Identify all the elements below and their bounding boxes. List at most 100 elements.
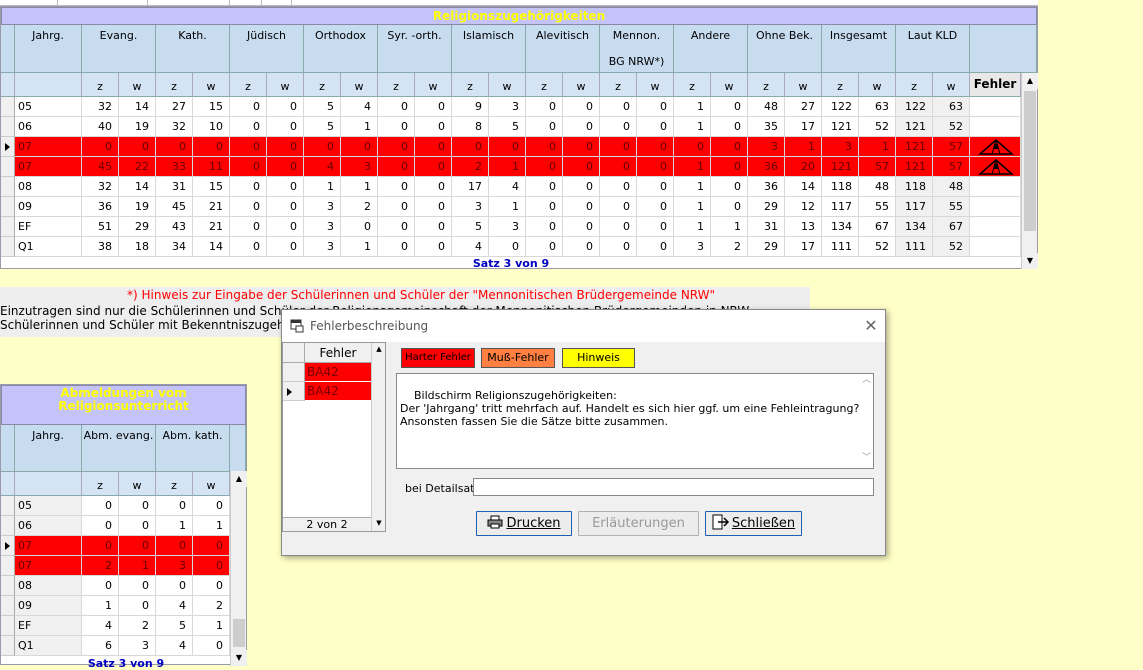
cell-value[interactable]: 4 [304,157,341,177]
cell-fehler[interactable] [970,157,1021,177]
abm-cell-value[interactable]: 1 [156,516,193,536]
cell-value[interactable]: 111 [822,237,859,257]
cell-value[interactable]: 0 [637,237,674,257]
error-list-scroll-down-icon[interactable]: ▼ [372,519,386,527]
cell-fehler[interactable] [970,117,1021,137]
cell-value[interactable]: 63 [933,97,970,117]
cell-value[interactable]: 4 [452,237,489,257]
cell-value[interactable]: 0 [563,117,600,137]
cell-value[interactable]: 0 [563,197,600,217]
abm-cell-value[interactable]: 0 [119,496,156,516]
abm-scroll-thumb[interactable] [233,619,245,647]
cell-value[interactable]: 29 [119,217,156,237]
cell-value[interactable]: 45 [82,157,119,177]
cell-value[interactable]: 21 [193,217,230,237]
abm-cell-value[interactable]: 6 [82,636,119,656]
cell-jahrgang[interactable]: 06 [15,117,82,137]
cell-value[interactable]: 19 [119,117,156,137]
cell-value[interactable]: 34 [156,237,193,257]
cell-value[interactable]: 57 [933,137,970,157]
cell-value[interactable]: 0 [341,217,378,237]
cell-value[interactable]: 0 [267,217,304,237]
cell-value[interactable]: 0 [637,97,674,117]
cell-value[interactable]: 15 [193,97,230,117]
cell-value[interactable]: 14 [785,177,822,197]
cell-value[interactable]: 1 [489,197,526,217]
cell-value[interactable]: 117 [822,197,859,217]
cell-fehler[interactable] [970,97,1021,117]
cell-value[interactable]: 17 [785,117,822,137]
cell-value[interactable]: 2 [341,197,378,217]
cell-value[interactable]: 121 [896,117,933,137]
cell-value[interactable]: 0 [378,97,415,117]
abm-column-header-3[interactable]: Abm. kath. [156,425,230,472]
abm-cell-value[interactable]: 4 [82,616,119,636]
cell-value[interactable]: 0 [304,137,341,157]
cell-value[interactable]: 0 [563,137,600,157]
cell-value[interactable]: 0 [489,137,526,157]
abm-table-row[interactable]: 08 0 0 0 0 [1,576,230,596]
detail-input[interactable] [473,478,874,496]
cell-value[interactable]: 0 [600,117,637,137]
cell-value[interactable]: 0 [563,217,600,237]
cell-value[interactable]: 1 [674,217,711,237]
cell-value[interactable]: 8 [452,117,489,137]
abm-cell-value[interactable]: 1 [82,596,119,616]
cell-value[interactable]: 121 [822,157,859,177]
abm-cell-value[interactable]: 2 [119,616,156,636]
scroll-thumb[interactable] [1024,91,1036,231]
cell-value[interactable]: 17 [785,237,822,257]
cell-value[interactable]: 0 [267,177,304,197]
cell-value[interactable]: 0 [563,177,600,197]
cell-value[interactable]: 3 [674,237,711,257]
cell-value[interactable]: 118 [896,177,933,197]
cell-value[interactable]: 134 [896,217,933,237]
abm-cell-value[interactable]: 4 [156,636,193,656]
cell-value[interactable]: 14 [193,237,230,257]
cell-value[interactable]: 122 [822,97,859,117]
cell-value[interactable]: 0 [267,157,304,177]
table-row[interactable]: 08 32 14 31 15 0 0 1 1 0 0 17 4 0 0 0 0 1 0 36 14 118 48 118 48 [1,177,1021,197]
cell-jahrgang[interactable]: 08 [15,177,82,197]
table-row[interactable]: 09 36 19 45 21 0 0 3 2 0 0 3 1 0 0 0 0 1 0 29 12 117 55 117 55 [1,197,1021,217]
cell-value[interactable]: 0 [267,237,304,257]
cell-value[interactable]: 0 [600,217,637,237]
cell-value[interactable]: 52 [859,237,896,257]
abm-cell-value[interactable]: 0 [193,576,230,596]
cell-value[interactable]: 0 [415,237,452,257]
cell-value[interactable]: 0 [230,177,267,197]
cell-value[interactable]: 0 [600,197,637,217]
cell-value[interactable]: 0 [378,137,415,157]
scroll-up-icon[interactable]: ▲ [1022,73,1038,89]
cell-value[interactable]: 0 [526,217,563,237]
cell-value[interactable]: 1 [674,177,711,197]
cell-value[interactable]: 14 [119,177,156,197]
cell-value[interactable]: 2 [452,157,489,177]
abm-scrollbar[interactable]: ▲ ▼ [230,471,247,666]
cell-value[interactable]: 31 [748,217,785,237]
cell-jahrgang[interactable]: 07 [15,137,82,157]
cell-value[interactable]: 45 [156,197,193,217]
cell-value[interactable]: 1 [304,177,341,197]
cell-value[interactable]: 0 [563,157,600,177]
cell-value[interactable]: 0 [563,97,600,117]
cell-value[interactable]: 0 [267,137,304,157]
cell-value[interactable]: 0 [193,137,230,157]
cell-value[interactable]: 117 [896,197,933,217]
cell-value[interactable]: 20 [785,157,822,177]
cell-value[interactable]: 10 [193,117,230,137]
abm-cell-value[interactable]: 0 [82,536,119,556]
cell-value[interactable]: 38 [82,237,119,257]
abm-cell-jahrgang[interactable]: 06 [15,516,82,536]
column-header-9[interactable]: Mennon. BG NRW*) [600,25,674,73]
abm-cell-value[interactable]: 5 [156,616,193,636]
dialog-titlebar[interactable]: Fehlerbeschreibung ✕ [282,310,885,342]
abm-cell-jahrgang[interactable]: 08 [15,576,82,596]
abm-cell-value[interactable]: 0 [119,596,156,616]
abm-table-row[interactable]: 09 1 0 4 2 [1,596,230,616]
cell-value[interactable]: 29 [748,237,785,257]
cell-value[interactable]: 0 [378,237,415,257]
column-header-3[interactable]: Kath. [156,25,230,73]
abm-scroll-down-icon[interactable]: ▼ [231,650,247,666]
cell-value[interactable]: 1 [341,117,378,137]
